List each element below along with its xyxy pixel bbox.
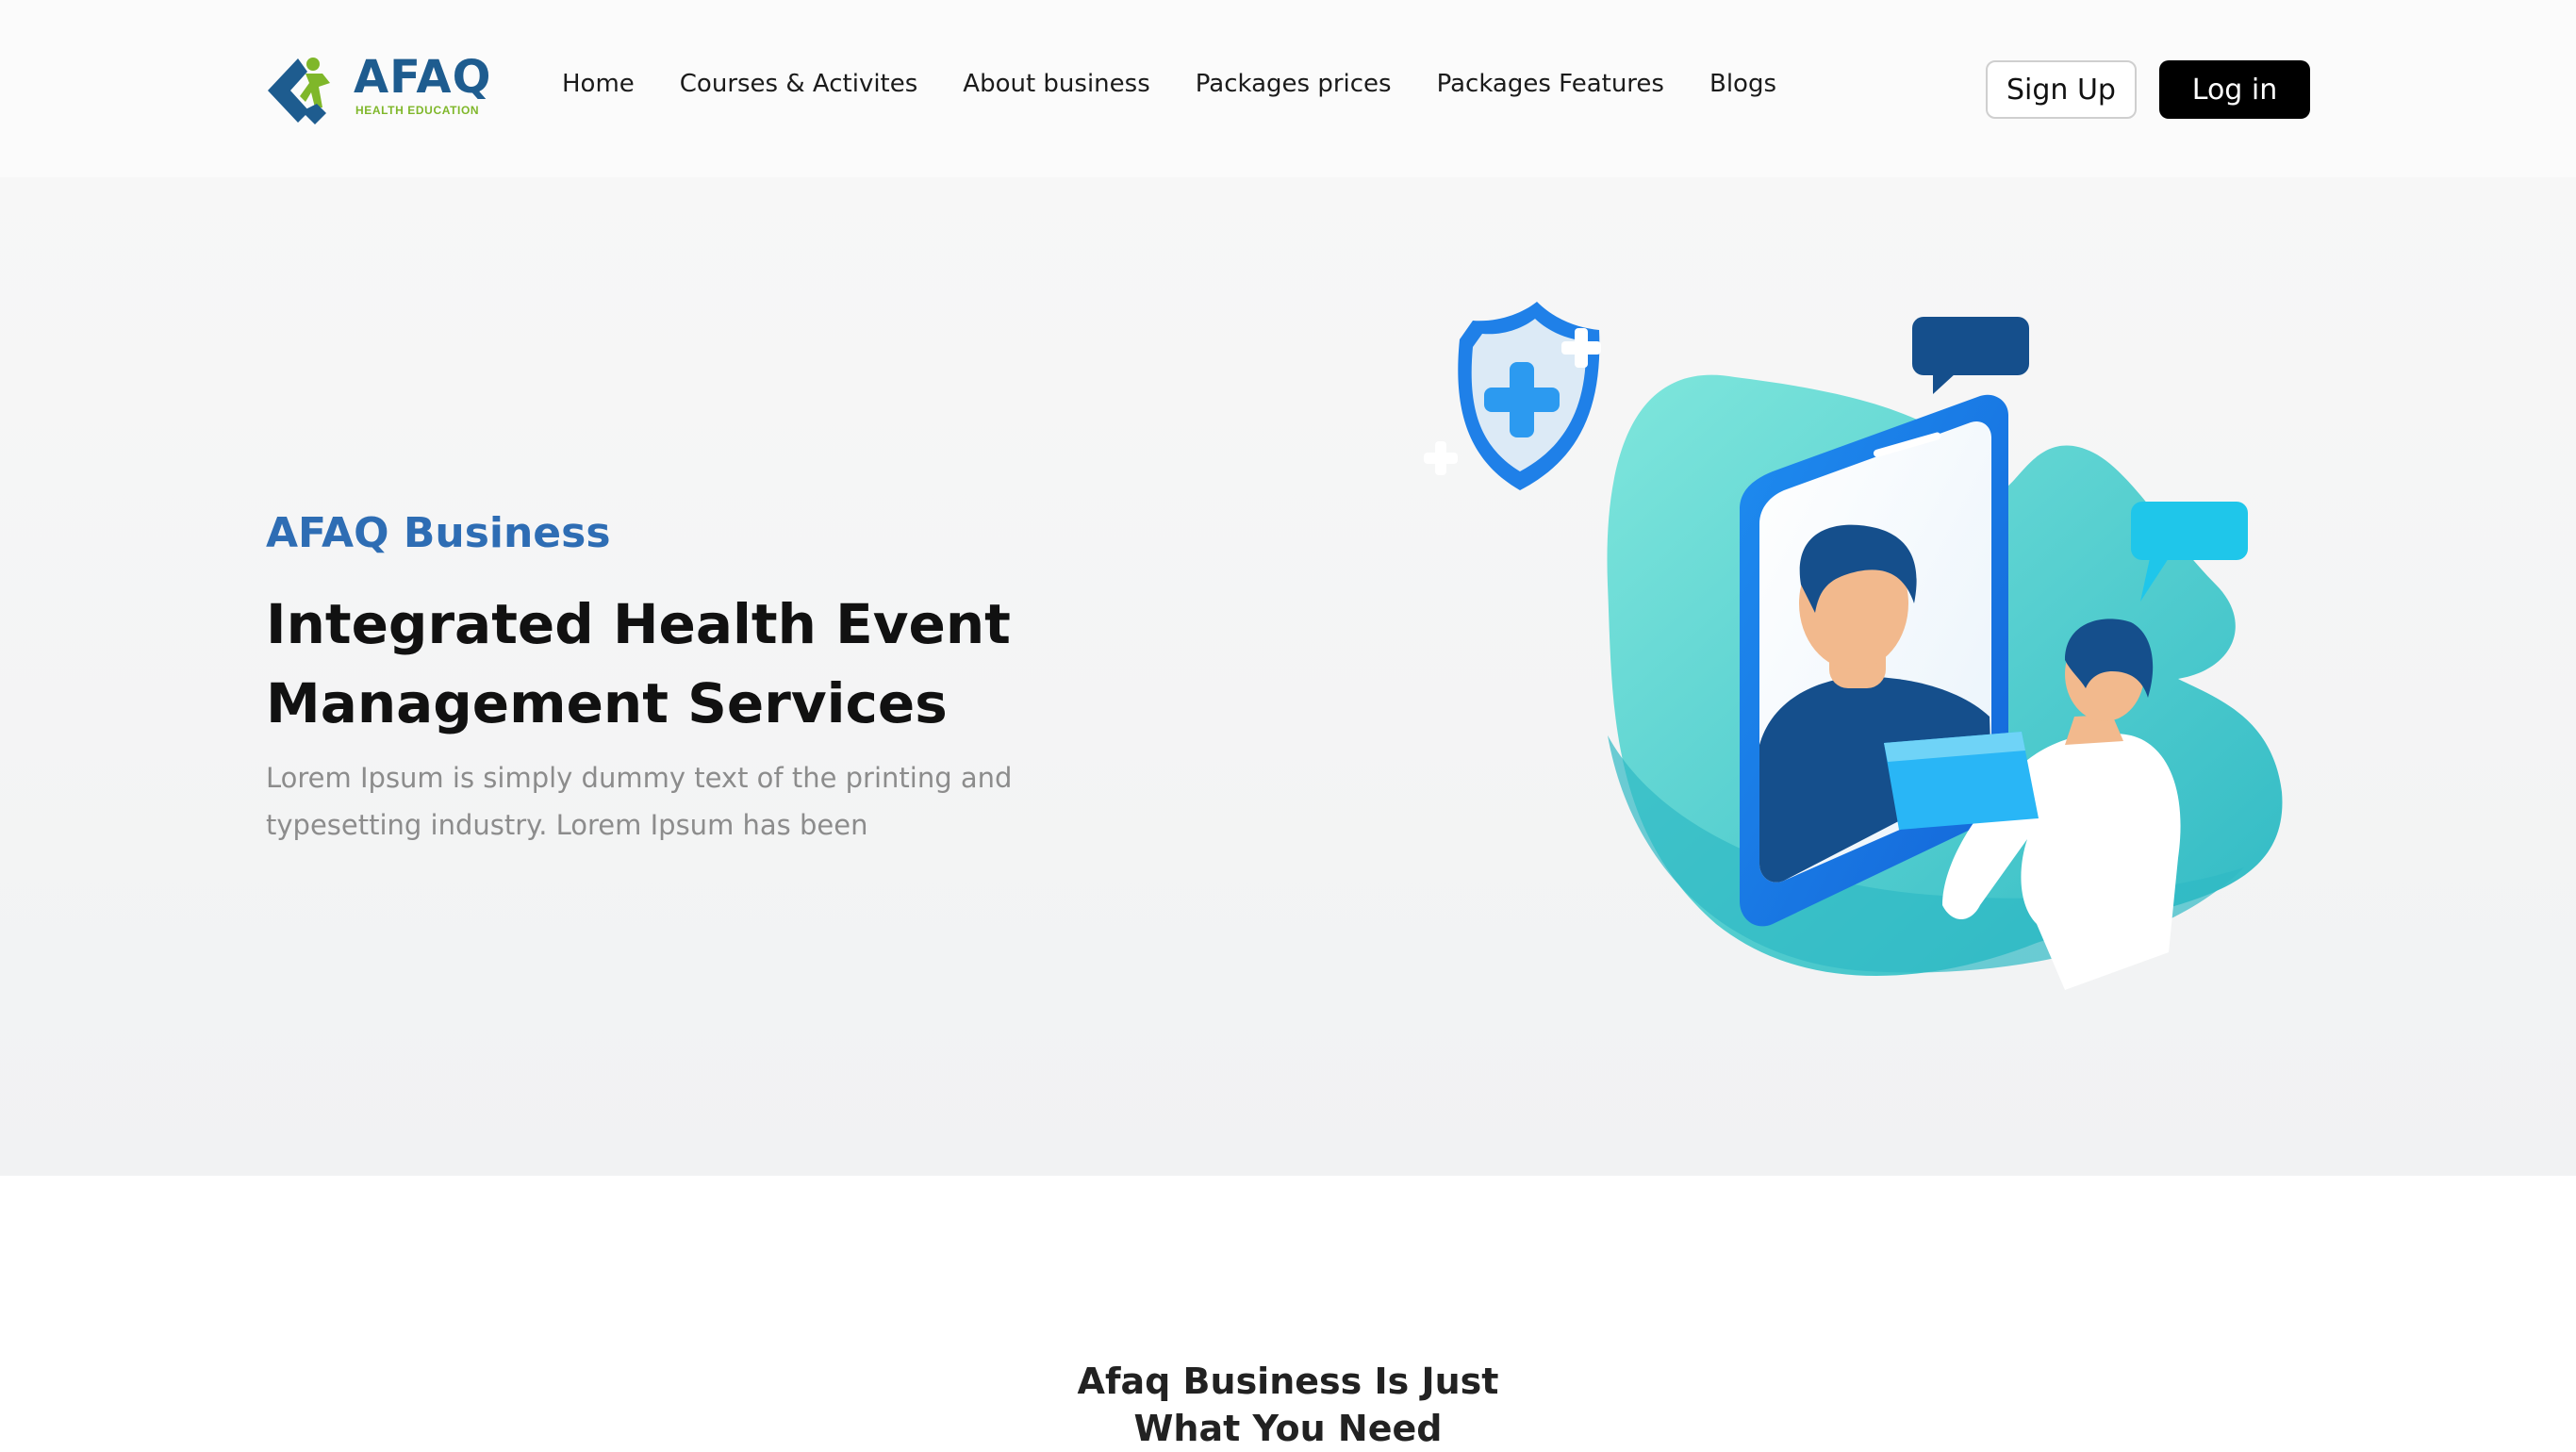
hero-headline: Integrated Health Event Management Servi… [266,585,1096,743]
nav-item-about-business[interactable]: About business [963,70,1149,98]
hero-headline-line-2: Management Services [266,671,948,735]
sign-up-button[interactable]: Sign Up [1986,60,2137,119]
brand-tagline: HEALTH EDUCATION [355,104,480,117]
hero-lead-line-2: typesetting industry. Lorem Ipsum has be… [266,809,868,841]
brand-logo[interactable]: AFAQ HEALTH EDUCATION [264,51,490,128]
brand-name: AFAQ [354,51,492,104]
hero-kicker: AFAQ Business [266,509,611,557]
hero-headline-line-1: Integrated Health Event [266,592,1011,656]
section-title-line-2: What You Need [1133,1408,1443,1449]
log-in-button[interactable]: Log in [2159,60,2310,119]
nav-item-packages-features[interactable]: Packages Features [1437,70,1664,98]
main-nav: Home Courses & Activites About business … [562,70,1776,98]
nav-item-blogs[interactable]: Blogs [1709,70,1776,98]
section-title-line-1: Afaq Business Is Just [1077,1361,1499,1402]
section-title: Afaq Business Is Just What You Need [0,1358,2576,1452]
site-header: AFAQ HEALTH EDUCATION Home Courses & Act… [0,0,2576,177]
nav-item-courses-activities[interactable]: Courses & Activites [680,70,918,98]
hero-lead-line-1: Lorem Ipsum is simply dummy text of the … [266,762,1013,794]
shield-plus-icon [1424,302,1601,490]
afaq-logo-icon [268,58,330,124]
hero-illustration [1424,302,2283,990]
nav-item-home[interactable]: Home [562,70,635,98]
nav-item-packages-prices[interactable]: Packages prices [1196,70,1392,98]
hero-lead: Lorem Ipsum is simply dummy text of the … [266,754,1039,849]
